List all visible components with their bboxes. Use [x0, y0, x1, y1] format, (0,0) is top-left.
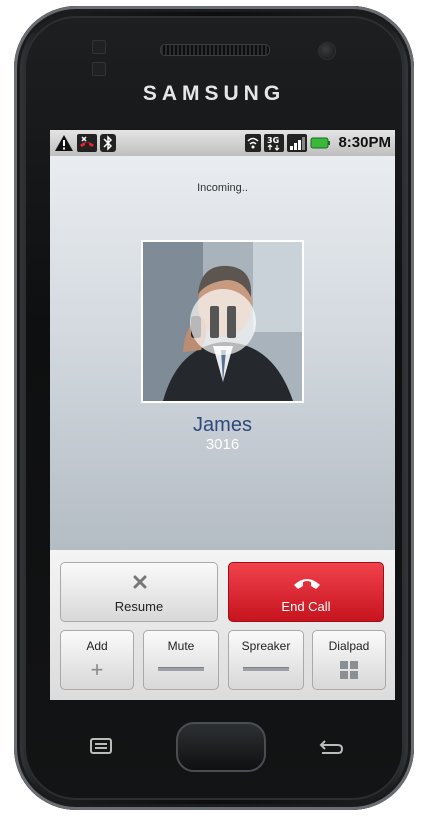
battery-icon	[310, 133, 330, 153]
proximity-sensor	[92, 40, 106, 54]
dialpad-button[interactable]: Dialpad	[312, 630, 386, 690]
missed-call-icon	[77, 133, 97, 153]
call-status-text: Incoming..	[197, 182, 248, 194]
mute-label: Mute	[167, 639, 195, 653]
phone-hangup-icon	[294, 579, 320, 589]
contact-photo	[141, 240, 304, 403]
resume-label: Resume	[114, 599, 164, 614]
status-bar: 3G 8:30PM	[50, 130, 395, 156]
call-info-area: Incoming.. James 3016	[50, 156, 395, 550]
close-icon	[133, 575, 147, 589]
add-label: Add	[86, 639, 108, 653]
call-controls-panel: Resume End Call Add + Mute Spreaker Dial…	[50, 550, 395, 700]
resume-button[interactable]: Resume	[60, 562, 218, 622]
speaker-indicator	[243, 667, 289, 671]
menu-icon	[90, 738, 112, 754]
contact-name: James	[193, 414, 252, 436]
end-call-button[interactable]: End Call	[228, 562, 384, 622]
signal-icon	[287, 133, 307, 153]
dialpad-icon	[340, 661, 358, 679]
speaker-button[interactable]: Spreaker	[228, 630, 304, 690]
speaker-label: Spreaker	[241, 639, 291, 653]
brand-logo: SAMSUNG	[142, 82, 286, 105]
pause-icon	[189, 288, 256, 355]
earpiece-speaker	[160, 44, 270, 56]
back-key[interactable]	[314, 736, 346, 758]
add-call-button[interactable]: Add +	[60, 630, 134, 690]
warning-icon	[54, 133, 74, 153]
end-call-label: End Call	[281, 599, 331, 614]
mute-button[interactable]: Mute	[143, 630, 219, 690]
wifi-icon	[245, 133, 261, 153]
front-camera	[318, 42, 336, 60]
back-icon	[319, 740, 344, 754]
home-button[interactable]	[176, 722, 266, 772]
plus-icon: +	[90, 657, 104, 682]
dialpad-label: Dialpad	[328, 639, 370, 653]
status-time: 8:30PM	[338, 134, 391, 151]
contact-photo-image	[143, 242, 302, 401]
light-sensor	[92, 62, 106, 76]
bluetooth-icon	[100, 133, 116, 153]
contact-number: 3016	[205, 436, 240, 453]
svg-text:3G: 3G	[267, 136, 279, 145]
mute-indicator	[158, 667, 204, 671]
phone-screen: 3G 8:30PM Incoming.. James 3016 Resume E…	[50, 130, 395, 700]
3g-data-icon: 3G	[264, 133, 284, 153]
menu-key[interactable]	[88, 736, 114, 756]
